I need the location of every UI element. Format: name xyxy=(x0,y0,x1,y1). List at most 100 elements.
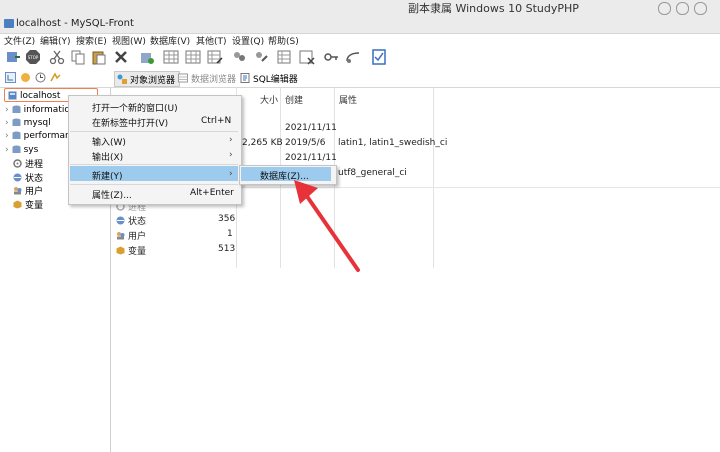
jobs-icon[interactable] xyxy=(50,72,61,83)
tab-label: 数据浏览器 xyxy=(191,74,237,85)
delete-icon[interactable] xyxy=(113,49,129,65)
menu-database[interactable]: 数据库(V) xyxy=(150,34,190,47)
expand-chevron-icon[interactable]: › xyxy=(5,131,9,141)
tree-label: 变量 xyxy=(25,201,44,211)
expand-chevron-icon[interactable]: › xyxy=(5,145,9,155)
menu-other[interactable]: 其他(T) xyxy=(196,34,227,47)
refresh-db-icon[interactable] xyxy=(139,49,155,65)
tree-item-processes[interactable]: 进程 xyxy=(13,157,43,170)
copy-icon[interactable] xyxy=(70,49,86,65)
menu-item-export[interactable]: 输出(X) xyxy=(92,150,123,163)
cell-attributes: latin1, latin1_swedish_ci xyxy=(338,138,448,148)
minimize-button[interactable] xyxy=(658,2,671,15)
shortcut-properties: Alt+Enter xyxy=(190,188,234,198)
menu-bar xyxy=(0,34,720,47)
menu-view[interactable]: 视图(W) xyxy=(112,34,146,47)
cut-icon[interactable] xyxy=(49,49,65,65)
tab-object-browser[interactable]: 对象浏览器 xyxy=(114,71,180,87)
tree-label: 用户 xyxy=(25,187,44,197)
tree-item-sys[interactable]: › sys xyxy=(5,143,38,156)
menu-search[interactable]: 搜索(E) xyxy=(76,34,107,47)
bookmark-icon[interactable] xyxy=(20,72,31,83)
table-delete-icon[interactable] xyxy=(299,49,315,65)
column-header-attributes[interactable]: 属性 xyxy=(339,93,357,106)
shortcut-open-new-tab: Ctrl+N xyxy=(201,116,232,126)
menu-edit[interactable]: 编辑(Y) xyxy=(40,34,71,47)
tree-label: mysql xyxy=(23,117,51,128)
menu-file[interactable]: 文件(Z) xyxy=(4,34,35,47)
menu-item-import[interactable]: 输入(W) xyxy=(92,135,126,148)
stop-icon[interactable]: STOP xyxy=(25,49,41,65)
close-button[interactable] xyxy=(694,2,707,15)
database-icon xyxy=(12,131,21,139)
users-icon xyxy=(14,187,22,195)
menu-item-open-new-tab[interactable]: 在新标签中打开(V) xyxy=(92,116,168,129)
svg-text:STOP: STOP xyxy=(28,55,39,60)
variables-icon xyxy=(116,246,125,255)
table-edit-icon[interactable] xyxy=(207,49,223,65)
paste-icon[interactable] xyxy=(91,49,107,65)
menu-item-open-new-window[interactable]: 打开一个新的窗口(U) xyxy=(92,101,178,114)
zoom-button[interactable] xyxy=(676,2,689,15)
list-item-users[interactable]: 用户 xyxy=(116,229,146,242)
cell-created: 2021/11/11 xyxy=(285,123,337,133)
tree-item-mysql[interactable]: › mysql xyxy=(5,116,51,129)
menu-item-properties[interactable]: 属性(Z)... xyxy=(92,188,132,201)
tree-root-localhost[interactable]: localhost xyxy=(8,89,60,102)
process-icon xyxy=(13,159,22,168)
column-header-size[interactable]: 大小 xyxy=(260,93,278,106)
tree-label: sys xyxy=(23,144,39,155)
menu-separator xyxy=(70,184,238,185)
annotation-arrow xyxy=(294,180,360,272)
tab-data-browser[interactable]: 数据浏览器 xyxy=(178,71,236,85)
object-browser-icon xyxy=(117,74,127,84)
cell-count: 356 xyxy=(218,214,236,224)
status-icon xyxy=(13,173,22,182)
expand-chevron-icon[interactable]: › xyxy=(5,118,9,128)
user-settings-icon[interactable] xyxy=(253,49,269,65)
link-icon[interactable] xyxy=(345,49,361,65)
column-divider[interactable] xyxy=(433,88,434,268)
menu-item-new-label: 新建(Y) xyxy=(92,172,123,182)
grid-icon[interactable] xyxy=(185,49,201,65)
cell-attributes: utf8_general_ci xyxy=(338,168,407,178)
tab-sql-editor[interactable]: SQL编辑器 xyxy=(240,71,300,85)
expand-chevron-icon[interactable]: › xyxy=(5,105,9,115)
checklist-icon[interactable] xyxy=(371,49,387,65)
database-icon xyxy=(12,145,21,153)
tree-item-variables[interactable]: 变量 xyxy=(13,198,43,211)
tree-item-users[interactable]: 用户 xyxy=(13,184,43,197)
menu-separator xyxy=(70,131,238,132)
tree-label: 进程 xyxy=(25,160,44,170)
database-icon xyxy=(12,118,21,126)
cell-count: 1 xyxy=(227,229,233,239)
menu-help[interactable]: 帮助(S) xyxy=(268,34,299,47)
tab-label: SQL编辑器 xyxy=(253,74,298,85)
history-icon[interactable] xyxy=(35,72,46,83)
tree-view-icon[interactable] xyxy=(5,72,16,83)
variables-icon xyxy=(13,200,22,209)
cell-created: 2021/11/11 xyxy=(285,153,337,163)
sql-editor-icon xyxy=(240,73,250,83)
users-tool-icon[interactable] xyxy=(231,49,247,65)
tab-label: 对象浏览器 xyxy=(130,75,176,86)
cell-name: 用户 xyxy=(128,232,147,242)
database-icon xyxy=(12,105,21,113)
tree-item-status[interactable]: 状态 xyxy=(13,171,43,184)
menu-settings[interactable]: 设置(Q) xyxy=(232,34,264,47)
list-item-variables[interactable]: 变量 xyxy=(116,244,146,257)
users-icon xyxy=(117,232,125,240)
cell-name: 变量 xyxy=(128,247,147,257)
key-icon[interactable] xyxy=(323,49,339,65)
cell-count: 513 xyxy=(218,244,236,254)
status-icon xyxy=(116,216,125,225)
table-add-icon[interactable] xyxy=(277,49,293,65)
table-icon[interactable] xyxy=(163,49,179,65)
connect-icon[interactable] xyxy=(5,49,21,65)
menu-separator xyxy=(70,164,238,165)
cell-size: 2,265 KB xyxy=(242,138,283,148)
list-item-status[interactable]: 状态 xyxy=(116,214,146,227)
column-header-created[interactable]: 创建 xyxy=(285,93,303,106)
data-browser-icon xyxy=(178,73,188,83)
submenu-chevron-icon: › xyxy=(229,150,233,160)
